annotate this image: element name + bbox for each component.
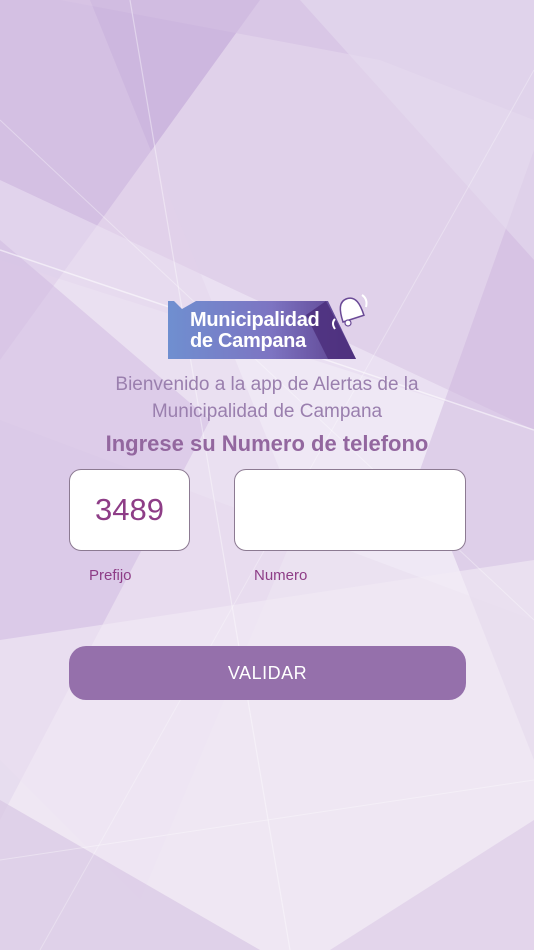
welcome-line-1: Bienvenido a la app de Alertas de la: [115, 374, 419, 395]
welcome-screen: Municipalidad de Campana Bienvenido a la…: [0, 0, 534, 950]
welcome-message: Bienvenido a la app de Alertas de la Mun…: [0, 371, 534, 425]
phone-number-input[interactable]: [234, 469, 466, 551]
form-title: Ingrese su Numero de telefono: [105, 431, 429, 456]
prefix-input[interactable]: [69, 469, 190, 551]
welcome-line-2: Municipalidad de Campana: [151, 401, 383, 422]
prefix-label: Prefijo: [89, 567, 132, 584]
logo-line-1: Municipalidad: [190, 309, 320, 331]
validate-button[interactable]: VALIDAR: [69, 646, 466, 700]
number-label: Numero: [254, 567, 308, 584]
logo-line-2: de Campana: [190, 330, 306, 352]
bell-icon: [332, 294, 368, 330]
